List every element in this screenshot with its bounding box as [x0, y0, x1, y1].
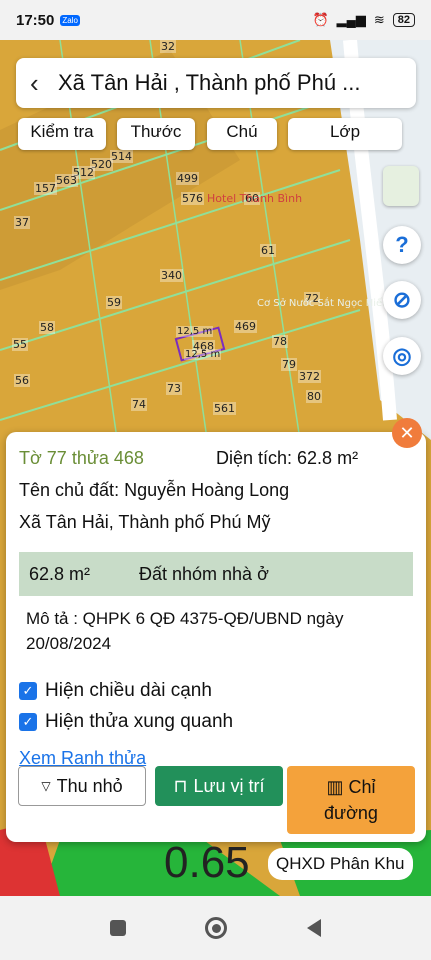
bookmark-icon: ⊓	[173, 775, 188, 796]
signal-icon: ▂▄▆	[336, 12, 366, 27]
plot-number: 340	[160, 269, 183, 282]
plot-number: 469	[234, 320, 257, 333]
plot-number: 372	[298, 370, 321, 383]
my-location-icon[interactable]: ◎	[383, 337, 421, 375]
plot-number: 56	[14, 374, 30, 387]
save-label: Lưu vị trí	[193, 775, 265, 796]
plot-number: 32	[160, 40, 176, 53]
description: Mô tả : QHPK 6 QĐ 4375-QĐ/UBND ngày 20/0…	[26, 609, 344, 653]
save-location-button[interactable]: ⊓ Lưu vị trí	[155, 766, 283, 806]
chevron-down-icon: ▽	[41, 779, 51, 793]
clock: 17:50	[16, 11, 55, 29]
compass-icon[interactable]: ⊘	[383, 281, 421, 319]
directions-button[interactable]: ▥ Chỉ đường	[287, 766, 415, 834]
legend-button[interactable]: Chú	[207, 118, 277, 150]
land-type: Đất nhóm nhà ở	[139, 563, 269, 584]
plot-number: 79	[281, 358, 297, 371]
shrink-button[interactable]: ▽ Thu nhỏ	[18, 766, 146, 806]
zoning-layer-tag[interactable]: QHXD Phân Khu	[268, 848, 413, 880]
checkbox-label: Hiện thửa xung quanh	[45, 711, 234, 732]
plot-number: 73	[166, 382, 182, 395]
location-title: Xã Tân Hải , Thành phố Phú ...	[58, 70, 361, 95]
help-icon[interactable]: ?	[383, 226, 421, 264]
directions-label-1: ▥ Chỉ	[326, 774, 375, 800]
poi-label[interactable]: Hotel Thanh Bình	[206, 192, 303, 205]
plot-info-sheet: ✕ Tờ 77 thửa 468 Diện tích: 62.8 m² Tên …	[6, 418, 426, 842]
edge-length-label: 12,5 m	[176, 326, 214, 337]
google-maps-icon[interactable]	[383, 166, 419, 206]
plot-number: 80	[306, 390, 322, 403]
checkbox-label: Hiện chiều dài cạnh	[45, 680, 212, 701]
plot-number: 78	[272, 335, 288, 348]
checkbox-checked-icon[interactable]: ✓	[19, 682, 37, 700]
plot-number: 157	[34, 182, 57, 195]
neighbor-plots-toggle[interactable]: ✓ Hiện thửa xung quanh	[19, 711, 233, 733]
plot-number: 61	[260, 244, 276, 257]
parcel-id: Tờ 77 thửa 468	[19, 448, 144, 468]
status-bar: 17:50 Zalo ⏰ ▂▄▆ ≋ 82	[0, 0, 431, 40]
home-icon[interactable]	[205, 917, 228, 939]
layer-button[interactable]: Lớp	[288, 118, 402, 150]
zoning-value: 0.65	[164, 838, 250, 887]
back-chevron-icon[interactable]: ‹	[30, 68, 58, 99]
map-icon: ▥	[326, 777, 349, 797]
edge-length-label: 12,5 m	[184, 349, 222, 360]
poi-label[interactable]: Cơ Sở Nước Sắt Ngọc Hiếu	[256, 298, 390, 309]
close-icon[interactable]: ✕	[392, 418, 422, 448]
directions-label: Chỉ	[348, 777, 376, 797]
back-icon[interactable]	[307, 919, 322, 937]
plot-number: 55	[12, 338, 28, 351]
plot-number: 37	[14, 216, 30, 229]
status-icons: ⏰ ▂▄▆ ≋ 82	[312, 12, 415, 28]
plot-number: 576	[181, 192, 204, 205]
plot-number: 563	[55, 174, 78, 187]
battery-icon: 82	[392, 13, 415, 27]
plot-number: 499	[176, 172, 199, 185]
checkbox-checked-icon[interactable]: ✓	[19, 713, 37, 731]
area-label: Diện tích: 62.8 m²	[216, 448, 359, 468]
alarm-icon: ⏰	[312, 12, 329, 27]
shrink-label: Thu nhỏ	[56, 775, 123, 796]
wifi-icon: ≋	[373, 12, 385, 27]
address: Xã Tân Hải, Thành phố Phú Mỹ	[19, 512, 271, 532]
plot-number: 561	[213, 402, 236, 415]
location-header[interactable]: ‹ Xã Tân Hải , Thành phố Phú ...	[16, 58, 416, 108]
check-plot-button[interactable]: Kiểm tra	[18, 118, 106, 150]
recents-icon[interactable]	[109, 920, 126, 936]
land-use-row: 62.8 m² Đất nhóm nhà ở	[19, 552, 413, 596]
ruler-button[interactable]: Thước	[117, 118, 195, 150]
owner-name: Tên chủ đất: Nguyễn Hoàng Long	[19, 480, 290, 500]
land-area: 62.8 m²	[29, 563, 91, 584]
zalo-notification-icon: Zalo	[60, 14, 80, 26]
plot-number: 59	[106, 296, 122, 309]
directions-label-2: đường	[324, 803, 378, 823]
plot-number: 58	[39, 321, 55, 334]
system-nav-bar	[0, 896, 431, 960]
edge-length-toggle[interactable]: ✓ Hiện chiều dài cạnh	[19, 680, 212, 702]
plot-number: 74	[131, 398, 147, 411]
plot-number: 514	[110, 150, 133, 163]
